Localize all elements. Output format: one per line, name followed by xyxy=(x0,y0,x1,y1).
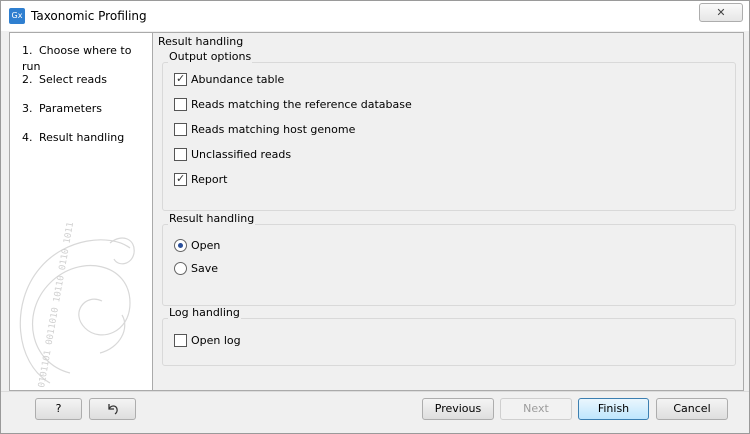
result-handling-group: Result handling Open Save xyxy=(162,212,736,306)
step-label: Choose where to run xyxy=(22,44,132,73)
step-parameters: 3. Parameters xyxy=(22,101,102,117)
step-label: Result handling xyxy=(39,131,125,144)
step-number: 4. xyxy=(22,131,33,144)
close-button[interactable]: ✕ xyxy=(699,3,743,22)
checkbox-box[interactable] xyxy=(174,334,187,347)
radio-button[interactable] xyxy=(174,262,187,275)
step-number: 3. xyxy=(22,102,33,115)
checkbox-label: Reads matching the reference database xyxy=(191,98,412,111)
radio-selected-dot xyxy=(178,243,183,248)
checkbox-label: Report xyxy=(191,173,228,186)
content-panel: Result handling Output options ✓ Abundan… xyxy=(152,32,744,391)
checkbox-label: Unclassified reads xyxy=(191,148,292,161)
log-handling-group: Log handling Open log xyxy=(162,306,736,366)
step-number: 2. xyxy=(22,73,33,86)
radio-label: Open xyxy=(191,239,221,252)
finish-button[interactable]: Finish xyxy=(578,398,649,420)
reset-arrow-icon xyxy=(107,404,118,415)
step-result-handling: 4. Result handling xyxy=(22,130,124,146)
help-icon: ? xyxy=(55,402,62,415)
app-icon: Gx xyxy=(9,8,25,24)
checkbox-box[interactable]: ✓ xyxy=(174,172,187,186)
radio-label: Save xyxy=(191,262,219,275)
title-bar: Gx Taxonomic Profiling ✕ xyxy=(1,1,749,31)
group-label: Log handling xyxy=(168,306,241,319)
step-number: 1. xyxy=(22,44,33,57)
help-button[interactable]: ? xyxy=(35,398,82,420)
next-button[interactable]: Next xyxy=(500,398,572,420)
footer-divider xyxy=(1,391,749,392)
dialog-window: Gx Taxonomic Profiling ✕ 1. Choose where … xyxy=(0,0,750,434)
step-label: Parameters xyxy=(39,102,102,115)
checkbox-label: Reads matching host genome xyxy=(191,123,356,136)
checkbox-box[interactable] xyxy=(174,148,187,161)
step-choose-where-to-run: 1. Choose where to run xyxy=(22,43,152,73)
checkbox-label: Abundance table xyxy=(191,73,285,86)
page-title: Result handling xyxy=(158,35,244,48)
step-label: Select reads xyxy=(39,73,107,86)
cancel-button[interactable]: Cancel xyxy=(656,398,728,420)
checkbox-label: Open log xyxy=(191,334,241,347)
swirl-binary-text: 0101101 0011010 10110 0110 1011 010 xyxy=(37,223,80,389)
check-icon: ✓ xyxy=(176,172,186,185)
check-icon: ✓ xyxy=(176,72,186,85)
checkbox-box[interactable] xyxy=(174,98,187,111)
reset-button[interactable] xyxy=(89,398,136,420)
checkbox-box[interactable]: ✓ xyxy=(174,72,187,86)
window-title: Taxonomic Profiling xyxy=(31,9,147,23)
group-label: Result handling xyxy=(168,212,256,225)
decorative-swirl-icon: 0101101 0011010 10110 0110 1011 010 xyxy=(19,223,135,389)
group-label: Output options xyxy=(168,50,253,63)
checkbox-box[interactable] xyxy=(174,123,187,136)
step-select-reads: 2. Select reads xyxy=(22,72,107,88)
close-icon: ✕ xyxy=(716,6,726,19)
output-options-group: Output options ✓ Abundance table Reads m… xyxy=(162,50,736,211)
steps-sidebar: 1. Choose where to run 2. Select reads 3. P… xyxy=(9,32,153,391)
radio-button[interactable] xyxy=(174,239,187,252)
previous-button[interactable]: Previous xyxy=(422,398,494,420)
